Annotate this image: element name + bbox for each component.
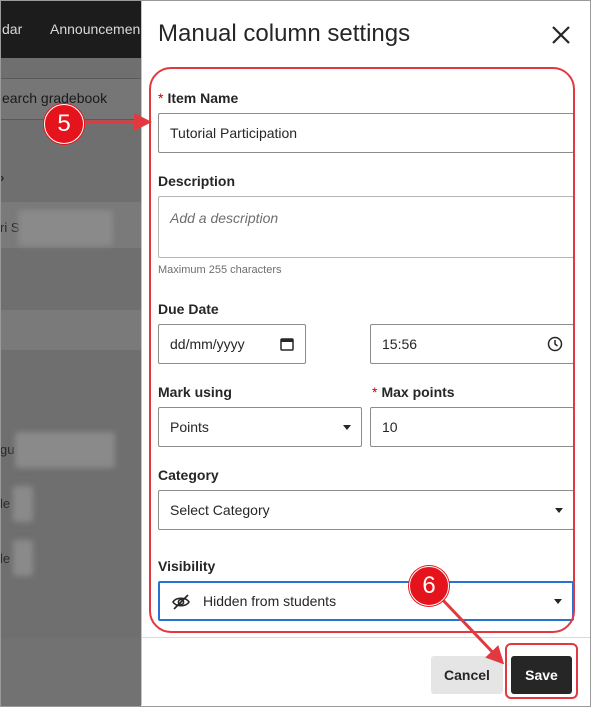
item-name-value: Tutorial Participation [170, 125, 298, 141]
mark-using-label: Mark using [158, 384, 232, 400]
max-points-input[interactable]: 10 [370, 407, 574, 447]
blurred-name [15, 432, 115, 468]
mark-using-select[interactable]: Points [158, 407, 362, 447]
manual-column-settings-dialog: Manual column settings * Item Name Tutori… [141, 0, 590, 706]
chevron-down-icon [554, 599, 562, 604]
hidden-eye-icon [172, 594, 190, 610]
item-name-input[interactable]: Tutorial Participation [158, 113, 574, 153]
blurred-name [13, 540, 33, 576]
background-nav-bar: dar Announcemen [0, 0, 141, 58]
background-row-text: gu [0, 442, 15, 457]
close-button[interactable] [548, 22, 574, 48]
max-points-value: 10 [382, 419, 398, 435]
description-hint: Maximum 255 characters [158, 264, 282, 276]
description-label: Description [158, 173, 236, 189]
visibility-label: Visibility [158, 558, 216, 574]
save-button[interactable]: Save [511, 656, 572, 694]
calendar-icon[interactable] [279, 336, 295, 352]
max-points-label: * Max points [372, 384, 455, 400]
step-badge-6: 6 [409, 566, 449, 606]
close-icon [552, 26, 570, 44]
description-textarea[interactable]: Add a description [158, 196, 574, 258]
due-time-input[interactable]: 15:56 [370, 324, 574, 364]
mark-using-value: Points [170, 419, 209, 435]
nav-item-announcements: Announcemen [50, 21, 141, 37]
background-row-text: le [0, 551, 11, 566]
blurred-name [13, 486, 33, 522]
dialog-footer: Cancel Save [142, 637, 590, 706]
search-gradebook-text: earch gradebook [2, 90, 108, 106]
category-select[interactable]: Select Category [158, 490, 574, 530]
background-row-text: le [0, 496, 11, 511]
due-date-label: Due Date [158, 301, 219, 317]
category-label: Category [158, 467, 219, 483]
due-date-value: dd/mm/yyyy [170, 336, 245, 352]
nav-item-calendar: dar [2, 21, 23, 37]
background-row-text: ri S [0, 220, 20, 235]
required-mark: * [158, 90, 164, 106]
cancel-button[interactable]: Cancel [431, 656, 503, 694]
clock-icon[interactable] [547, 336, 563, 352]
chevron-down-icon [555, 508, 563, 513]
due-time-value: 15:56 [382, 336, 418, 352]
background-footer [0, 638, 141, 707]
step-badge-5: 5 [44, 104, 84, 144]
description-placeholder: Add a description [170, 210, 279, 226]
visibility-value: Hidden from students [203, 593, 337, 609]
required-mark: * [372, 384, 378, 400]
category-value: Select Category [170, 502, 270, 518]
blurred-name [18, 210, 113, 246]
chevron-down-icon [343, 425, 351, 430]
item-name-label: * Item Name [158, 90, 239, 106]
visibility-select[interactable]: Hidden from students [158, 581, 574, 621]
background-chevron: › [0, 170, 5, 185]
due-date-input[interactable]: dd/mm/yyyy [158, 324, 306, 364]
background-row [0, 310, 141, 350]
dialog-title: Manual column settings [158, 20, 411, 47]
